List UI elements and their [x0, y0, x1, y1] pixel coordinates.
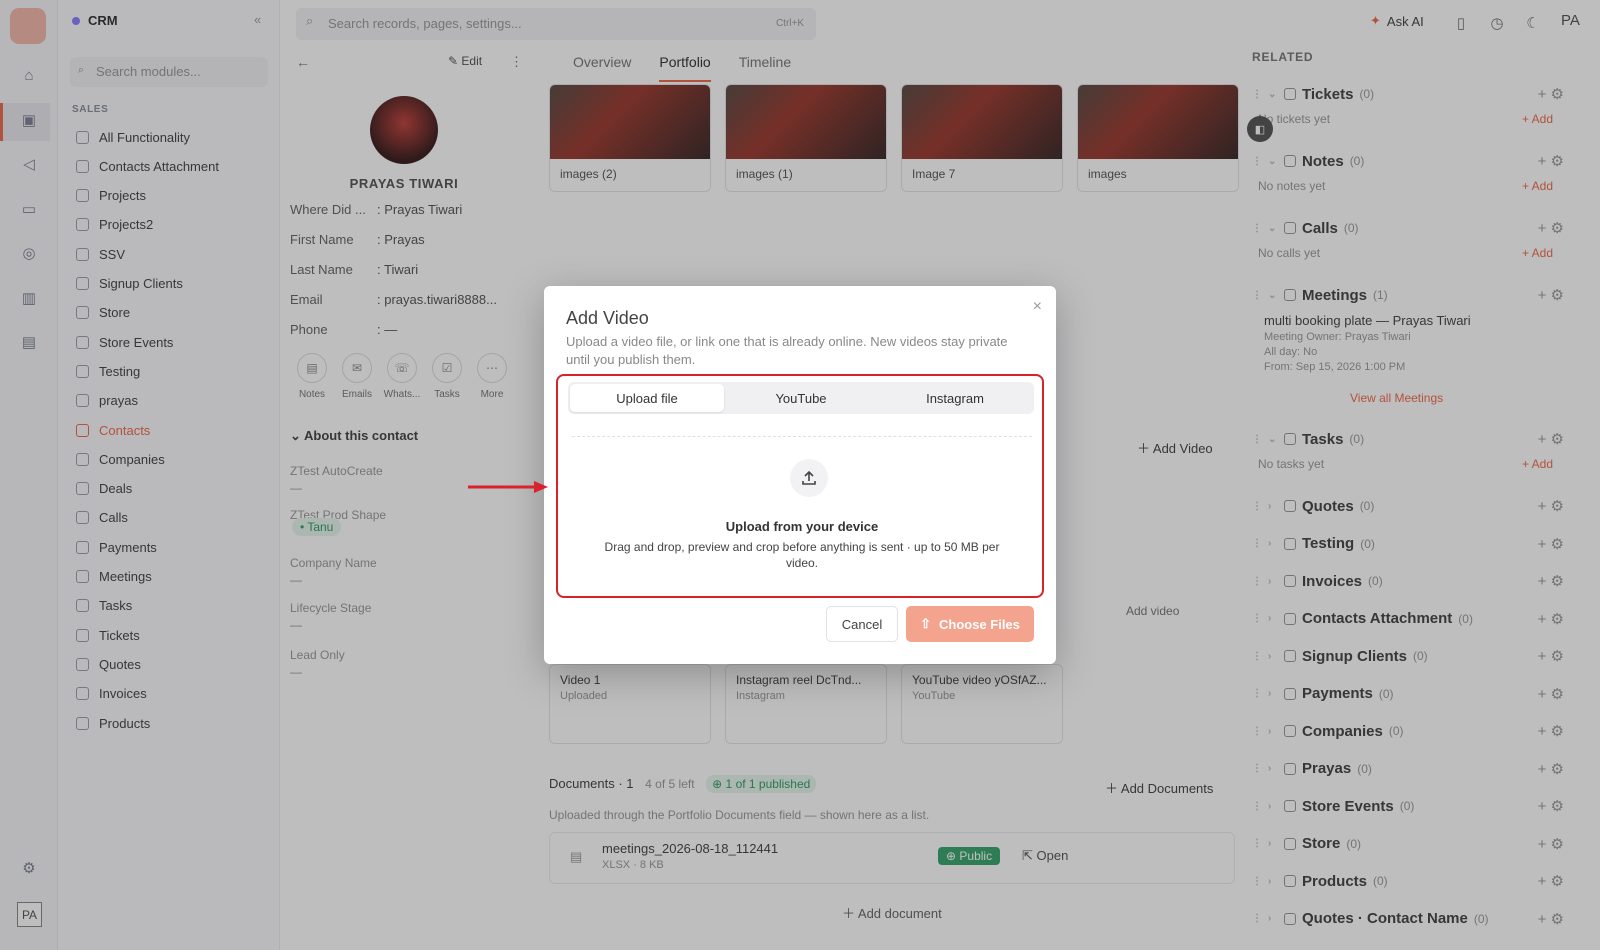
dialog-subtitle: Upload a video file, or link one that is… — [566, 334, 1008, 367]
add-video-dialog: Add Video × Upload a video file, or link… — [544, 286, 1056, 664]
upload-icon — [790, 459, 828, 497]
tab-upload-file[interactable]: Upload file — [570, 384, 724, 412]
close-icon[interactable]: × — [1033, 298, 1042, 316]
upload-icon: ⇧ — [920, 616, 931, 631]
choose-files-button[interactable]: ⇧ Choose Files — [906, 606, 1034, 642]
annotation-arrow — [468, 481, 548, 493]
dialog-title: Add Video — [566, 308, 649, 328]
cancel-button[interactable]: Cancel — [826, 606, 898, 642]
tab-instagram[interactable]: Instagram — [878, 384, 1032, 412]
dropzone-title: Upload from your device — [725, 519, 879, 534]
tab-youtube[interactable]: YouTube — [724, 384, 878, 412]
dropzone[interactable]: Upload from your device Drag and drop, p… — [572, 436, 1032, 581]
source-tabs: Upload file YouTube Instagram — [568, 382, 1034, 414]
choose-files-label: Choose Files — [938, 616, 1020, 632]
dropzone-description: Drag and drop, preview and crop before a… — [604, 540, 1000, 570]
